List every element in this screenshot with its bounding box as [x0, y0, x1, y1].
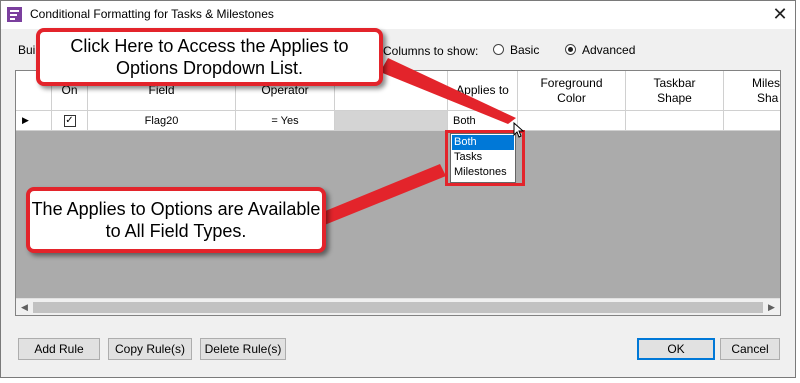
foreground-color-cell[interactable]: [518, 111, 626, 131]
header-milestone-shape[interactable]: Milest Sha: [724, 71, 780, 111]
row-pointer-icon: ▶: [16, 111, 52, 131]
build-label: Bui: [18, 43, 36, 57]
advanced-radio[interactable]: [565, 44, 576, 55]
window-title: Conditional Formatting for Tasks & Miles…: [30, 7, 274, 21]
add-rule-button[interactable]: Add Rule: [18, 338, 100, 360]
scroll-left-icon[interactable]: ◀: [16, 299, 33, 315]
ok-button[interactable]: OK: [637, 338, 715, 360]
taskbar-shape-cell[interactable]: [626, 111, 724, 131]
milestone-shape-cell[interactable]: [724, 111, 780, 131]
app-icon: [7, 7, 22, 22]
scroll-right-icon[interactable]: ▶: [763, 299, 780, 315]
options-highlight-box: [445, 130, 525, 186]
basic-radio-label[interactable]: Basic: [510, 43, 539, 57]
cancel-button[interactable]: Cancel: [720, 338, 780, 360]
on-checkbox[interactable]: ✓: [63, 114, 76, 127]
columns-to-show-label: Columns to show:: [383, 44, 479, 58]
scroll-thumb[interactable]: [33, 302, 763, 313]
value-cell[interactable]: [335, 111, 448, 131]
operator-cell[interactable]: = Yes: [236, 111, 335, 131]
applies-to-dropdown-value[interactable]: Both: [453, 115, 476, 127]
table-row[interactable]: ▶ ✓ Flag20 = Yes: [16, 111, 780, 131]
delete-rules-button[interactable]: Delete Rule(s): [200, 338, 286, 360]
horizontal-scrollbar[interactable]: ◀ ▶: [16, 298, 780, 315]
mouse-pointer-icon: [513, 122, 525, 138]
chevron-down-icon[interactable]: ▼: [505, 116, 513, 125]
on-cell[interactable]: ✓: [52, 111, 88, 131]
copy-rules-button[interactable]: Copy Rule(s): [108, 338, 192, 360]
callout-access-dropdown: Click Here to Access the Applies to Opti…: [36, 28, 383, 86]
header-foreground-color[interactable]: Foreground Color: [518, 71, 626, 111]
advanced-radio-label[interactable]: Advanced: [582, 43, 635, 57]
field-cell[interactable]: Flag20: [88, 111, 236, 131]
basic-radio[interactable]: [493, 44, 504, 55]
close-icon[interactable]: ✕: [768, 3, 792, 25]
header-taskbar-shape[interactable]: Taskbar Shape: [626, 71, 724, 111]
header-applies-to[interactable]: Applies to: [448, 71, 518, 111]
callout-options-available: The Applies to Options are Available to …: [26, 187, 326, 253]
